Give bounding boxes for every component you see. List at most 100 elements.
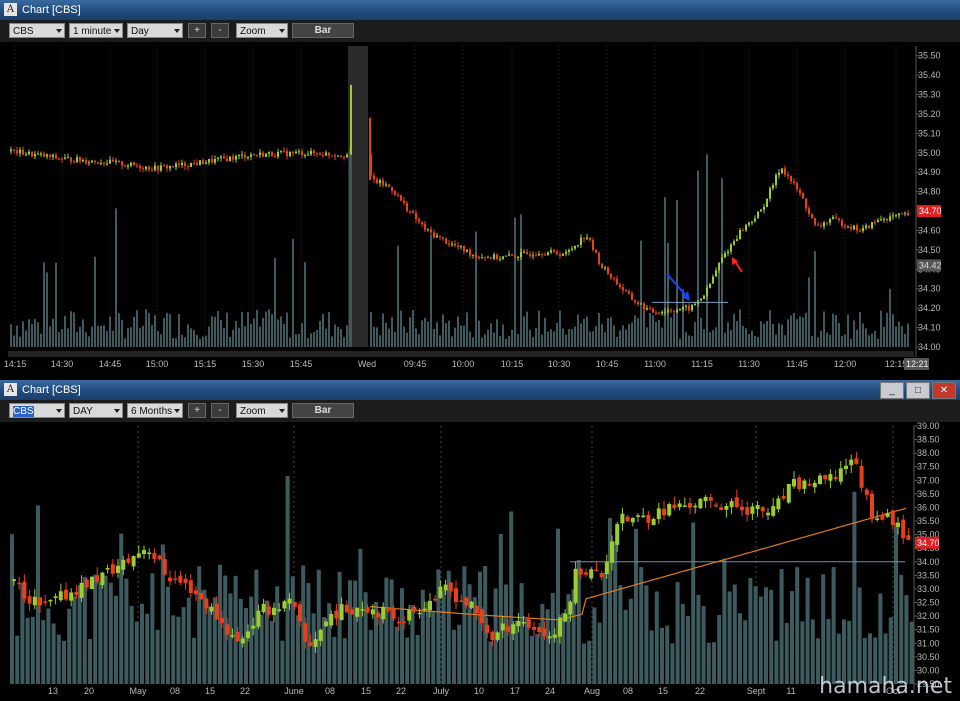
x-axis-label: 11:15 [691,359,713,369]
toolbar: CBS DAY 6 Months + - Zoom Bar [0,400,960,422]
zoom-in-button[interactable]: + [188,23,206,38]
candle-body [673,311,675,313]
close-icon[interactable]: ✕ [932,382,956,399]
volume-bar [568,329,570,347]
volume-bar [133,316,135,347]
volume-bar [553,331,555,347]
candle-body [142,549,146,555]
volume-bar [526,311,528,347]
volume-bar [644,585,649,684]
candle-body [318,629,323,641]
volume-bar [580,323,582,347]
interval-select[interactable]: DAY [69,403,123,418]
zoom-out-button[interactable]: - [211,23,229,38]
volume-bar [346,325,348,347]
volume-bar [868,335,870,347]
volume-bar [148,312,150,347]
window-controls: _ □ ✕ [880,382,956,399]
volume-bar [509,511,514,684]
candle-body [193,162,195,164]
x-axis-label: Wed [358,359,376,369]
candle-body [13,149,15,151]
period-select[interactable]: 6 Months [127,403,183,418]
period-select[interactable]: Day [127,23,183,38]
candle-body [490,631,495,640]
candle-body [656,508,661,520]
y-axis-label: 38.00 [917,448,940,458]
symbol-select[interactable]: CBS [9,23,65,38]
candle-body [521,622,526,624]
symbol-select[interactable]: CBS [9,403,65,418]
maximize-icon[interactable]: □ [906,382,930,399]
candle-body [94,160,96,163]
candle-body [682,505,687,507]
candle-body [703,496,708,502]
zoom-select[interactable]: Zoom [236,23,288,38]
volume-bar [10,534,14,684]
candle-body [82,160,84,162]
candle-body [754,218,756,222]
candle-body [870,493,874,520]
y-axis-label: 36.00 [917,502,940,512]
bar-type-button[interactable]: Bar [292,403,354,418]
bar-type-button[interactable]: Bar [292,23,354,38]
volume-bar [100,325,102,347]
volume-bar [25,330,27,347]
volume-bar [751,330,753,347]
volume-bar [136,310,138,347]
x-axis-label: 15:45 [290,359,313,369]
zoom-out-button[interactable]: - [211,403,229,418]
candle-body [634,299,636,303]
candle-body [719,507,724,510]
candle-body [463,245,465,252]
candle-body [235,632,240,641]
volume-bar [342,638,347,684]
candle-body [53,596,58,598]
candle-body [574,245,576,249]
volume-bar [894,522,898,684]
volume-bar [405,637,410,684]
candle-body [523,251,525,253]
y-axis-label: 33.00 [917,584,940,594]
candle-body [682,306,684,310]
volume-bar [504,584,508,684]
volume-bar [15,635,20,684]
volume-bar [718,271,720,347]
volume-bar [766,320,768,347]
candle-body [885,512,890,517]
volume-bar [296,615,300,684]
candle-body [833,476,838,480]
candle-body [308,642,313,646]
volume-bar [697,170,699,347]
candle-body [115,160,117,162]
zoom-in-button[interactable]: + [188,403,206,418]
volume-bar [192,637,196,684]
candle-body [103,163,105,165]
candle-body [466,249,468,252]
volume-bar [13,335,15,347]
y-axis-label: 34.90 [918,167,941,177]
volume-bar [301,323,303,347]
interval-select[interactable]: 1 minute [69,23,123,38]
daily-price-chart[interactable]: 39.00 38.50 38.00 37.50 37.00 36.50 36.00 35.50… [0,422,960,701]
candle-body [388,184,390,187]
intraday-price-chart[interactable]: 35.50 35.40 35.30 35.20 35.10 35.00 34.90 34.80… [0,42,960,375]
volume-bar [445,323,447,347]
volume-bar [181,607,186,684]
candle-body [64,157,66,160]
volume-bar [472,337,474,347]
volume-bar [857,587,862,684]
zoom-select[interactable]: Zoom [236,403,288,418]
candle-body [100,163,102,165]
candle-body [562,253,564,256]
volume-bar [586,316,588,347]
candle-body [691,304,693,311]
volume-bar [424,317,426,347]
volume-bar [166,312,168,347]
volume-bar [484,334,486,347]
minimize-icon[interactable]: _ [880,382,904,399]
volume-bar [748,578,753,684]
candle-body [784,168,786,175]
volume-bar [55,262,57,347]
candle-body [38,597,42,606]
